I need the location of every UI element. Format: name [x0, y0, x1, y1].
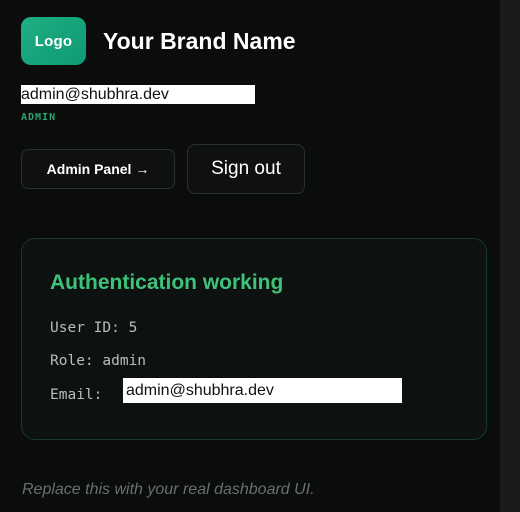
user-id-line: User ID: 5 [50, 320, 138, 336]
dashboard-main: Logo Your Brand Name admin@shubhra.dev A… [0, 0, 500, 512]
auth-status-title: Authentication working [50, 271, 284, 294]
brand-logo[interactable]: Logo [21, 17, 86, 65]
page-scrollbar[interactable] [500, 0, 520, 512]
role-line: Role: admin [50, 353, 147, 369]
sign-out-button[interactable]: Sign out [187, 144, 305, 194]
user-role-badge: ADMIN [21, 112, 57, 123]
email-label: Email: [50, 387, 103, 403]
card-email-value: admin@shubhra.dev [123, 378, 402, 403]
auth-status-card: Authentication working User ID: 5 Role: … [21, 238, 487, 440]
admin-panel-button[interactable]: Admin Panel → [21, 149, 175, 189]
user-email: admin@shubhra.dev [21, 85, 255, 104]
logo-label: Logo [34, 32, 73, 50]
brand-name: Your Brand Name [103, 28, 296, 54]
placeholder-note: Replace this with your real dashboard UI… [22, 481, 315, 498]
